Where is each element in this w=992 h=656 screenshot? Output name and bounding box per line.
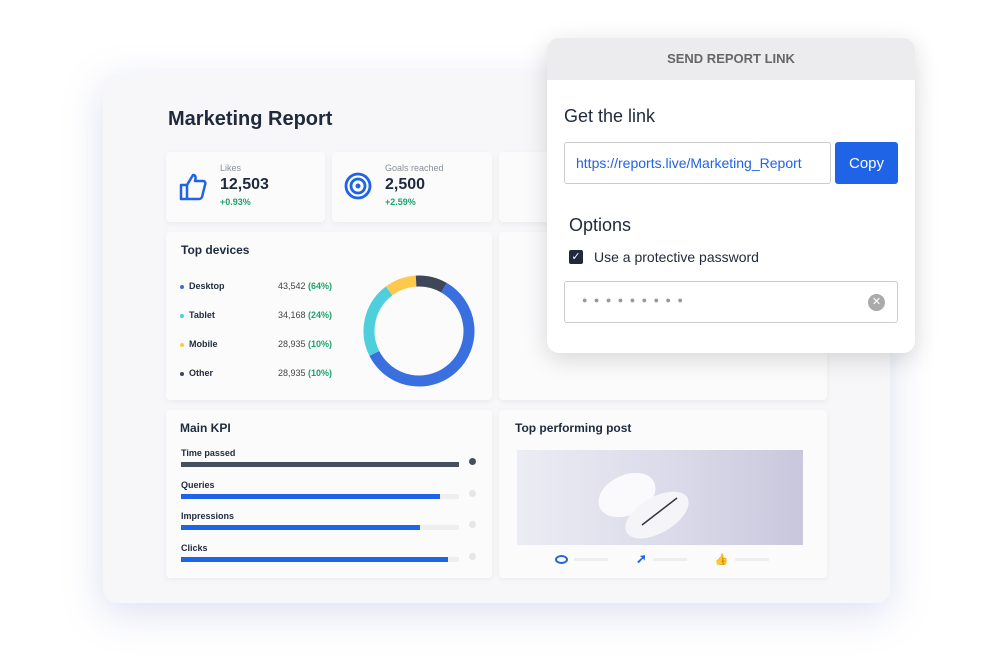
donut-slice-mobile bbox=[385, 275, 417, 296]
kpi-progress-bar bbox=[181, 462, 459, 467]
device-row: Mobile 28,935 (10%) bbox=[180, 339, 332, 349]
password-field[interactable]: ● ● ● ● ● ● ● ● ● ✕ bbox=[564, 281, 898, 323]
stat-label: Goals reached bbox=[385, 163, 444, 173]
donut-slice-desktop bbox=[369, 282, 475, 387]
device-row: Desktop 43,542 (64%) bbox=[180, 281, 332, 291]
kpi-row: Impressions bbox=[181, 511, 476, 530]
status-dot bbox=[469, 489, 476, 497]
kpi-label: Impressions bbox=[181, 511, 235, 521]
share-arrow-icon: ➚ bbox=[636, 551, 647, 566]
status-dot bbox=[469, 552, 476, 560]
device-name: Other bbox=[189, 368, 214, 378]
kpi-row: Clicks bbox=[181, 543, 476, 562]
eye-icon bbox=[555, 554, 568, 564]
thumbs-up-icon bbox=[179, 173, 207, 201]
card-title: Top performing post bbox=[515, 421, 632, 435]
device-count: 28,935 bbox=[277, 339, 306, 349]
device-name: Desktop bbox=[189, 281, 225, 291]
kpi-progress-bar bbox=[181, 556, 459, 562]
stat-value: 2,500 bbox=[385, 176, 426, 193]
stat-card-goals: Goals reached 2,500 +2.59% bbox=[332, 152, 492, 222]
kpi-label: Time passed bbox=[181, 448, 236, 458]
device-pct: (24%) bbox=[307, 310, 332, 320]
kpi-row: Queries bbox=[181, 480, 476, 499]
legend-dot bbox=[180, 342, 184, 347]
get-link-heading: Get the link bbox=[564, 106, 656, 126]
thumbs-up-icon: 👍 bbox=[714, 553, 729, 566]
device-row: Tablet 34,168 (24%) bbox=[180, 310, 332, 320]
kpi-label: Queries bbox=[181, 479, 215, 490]
copy-button[interactable]: Copy bbox=[835, 142, 898, 184]
device-name: Tablet bbox=[189, 310, 215, 320]
kpi-label: Clicks bbox=[181, 542, 208, 553]
device-count: 34,168 bbox=[277, 310, 306, 320]
device-count: 43,542 bbox=[277, 281, 306, 291]
target-icon bbox=[344, 172, 372, 200]
check-icon bbox=[469, 458, 476, 465]
card-title: Main KPI bbox=[180, 421, 231, 435]
send-report-link-dialog: SEND REPORT LINK Get the link Copy Optio… bbox=[547, 38, 915, 353]
donut-slice-other bbox=[415, 275, 447, 293]
post-image-sneakers[interactable] bbox=[517, 450, 803, 545]
legend-dot bbox=[180, 371, 184, 376]
kpi-progress-bar bbox=[181, 493, 459, 499]
top-devices-card: Top devices Desktop 43,542 (64%) Tablet 34,… bbox=[166, 232, 492, 400]
top-post-card: Top performing post ➚ 👍 bbox=[499, 410, 827, 578]
stat-card-likes: Likes 12,503 +0.93% bbox=[166, 152, 325, 222]
device-name: Mobile bbox=[189, 339, 218, 349]
device-count: 28,935 bbox=[277, 368, 306, 378]
card-title: Top devices bbox=[181, 243, 250, 257]
stat-change: +2.59% bbox=[385, 197, 416, 207]
status-dot bbox=[469, 521, 476, 528]
stat-value: 12,503 bbox=[220, 176, 269, 193]
kpi-progress-bar bbox=[181, 525, 459, 530]
main-kpi-card: Main KPI Time passed Queries Impressions Cl… bbox=[166, 410, 492, 578]
legend-dot bbox=[180, 313, 184, 318]
stat-label: Likes bbox=[220, 163, 242, 173]
device-row: Other 28,935 (10%) bbox=[180, 368, 332, 378]
donut-slice-tablet bbox=[363, 286, 393, 356]
clear-icon[interactable]: ✕ bbox=[868, 294, 885, 311]
kpi-row: Time passed bbox=[181, 448, 476, 467]
password-mask: ● ● ● ● ● ● ● ● ● bbox=[582, 295, 685, 305]
page-title: Marketing Report bbox=[168, 108, 333, 130]
password-checkbox[interactable]: ✓ bbox=[569, 250, 583, 264]
device-pct: (10%) bbox=[307, 368, 332, 378]
dialog-header: SEND REPORT LINK bbox=[547, 38, 915, 80]
legend-dot bbox=[180, 284, 184, 289]
report-url-field[interactable] bbox=[564, 142, 831, 184]
password-checkbox-label: Use a protective password bbox=[594, 249, 759, 265]
options-heading: Options bbox=[569, 215, 632, 235]
device-pct: (64%) bbox=[307, 281, 332, 291]
donut-chart bbox=[363, 275, 475, 387]
stat-change: +0.93% bbox=[220, 197, 251, 207]
device-pct: (10%) bbox=[307, 339, 332, 349]
